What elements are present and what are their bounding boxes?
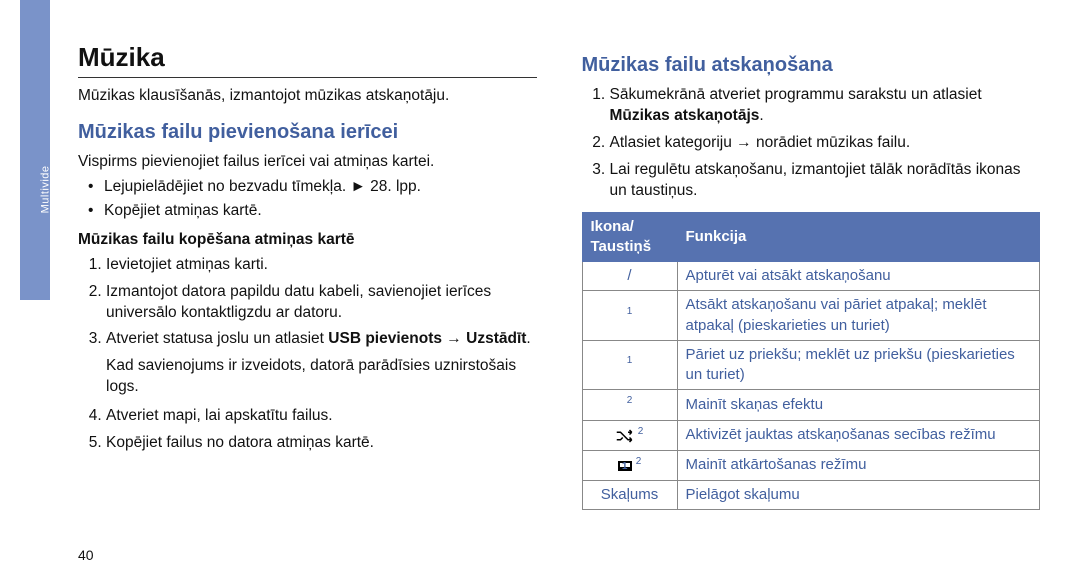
list-item: Ievietojiet atmiņas karti. bbox=[106, 255, 537, 276]
table-row: 1 Atsākt atskaņošanu vai pāriet atpakaļ;… bbox=[582, 291, 1040, 341]
key-cell: 1 bbox=[582, 291, 677, 341]
intro-text: Mūzikas klausīšanās, izmantojot mūzikas … bbox=[78, 86, 537, 107]
list-item: Lai regulētu atskaņošanu, izmantojiet tā… bbox=[610, 160, 1041, 202]
step-text: Sākumekrānā atveriet programmu sarakstu … bbox=[610, 86, 982, 103]
list-item: Atveriet mapi, lai apskatītu failus. bbox=[106, 406, 537, 427]
function-cell: Apturēt vai atsākt atskaņošanu bbox=[677, 262, 1040, 291]
strong-text: Mūzikas atskaņotājs bbox=[610, 107, 760, 124]
table-row: 1 Pāriet uz priekšu; meklēt uz priekšu (… bbox=[582, 340, 1040, 390]
table-row: 1 2 Mainīt atkārtošanas režīmu bbox=[582, 450, 1040, 480]
side-tab bbox=[20, 0, 50, 300]
list-item: Izmantojot datora papildu datu kabeli, s… bbox=[106, 282, 537, 324]
step-note: Kad savienojums ir izveidots, datorā par… bbox=[78, 356, 537, 398]
table-header-function: Funkcija bbox=[677, 212, 1040, 262]
numbered-steps: Atveriet mapi, lai apskatītu failus. Kop… bbox=[78, 406, 537, 454]
table-row: Skaļums Pielāgot skaļumu bbox=[582, 481, 1040, 510]
numbered-steps: Sākumekrānā atveriet programmu sarakstu … bbox=[582, 85, 1041, 202]
section-lead: Vispirms pievienojiet failus ierīcei vai… bbox=[78, 152, 537, 173]
page-content: Mūzika Mūzikas klausīšanās, izmantojot m… bbox=[0, 0, 1080, 530]
table-header-row: Ikona/ Taustiņš Funkcija bbox=[582, 212, 1040, 262]
sub-heading-copy: Mūzikas failu kopēšana atmiņas kartē bbox=[78, 230, 537, 251]
function-cell: Atsākt atskaņošanu vai pāriet atpakaļ; m… bbox=[677, 291, 1040, 341]
step-text: . bbox=[526, 330, 530, 347]
step-text: → bbox=[442, 330, 466, 347]
main-heading: Mūzika bbox=[78, 40, 537, 78]
key-cell: 1 bbox=[582, 340, 677, 390]
table-row: 2 Aktivizēt jauktas atskaņošanas secības… bbox=[582, 420, 1040, 450]
repeat-icon: 1 bbox=[618, 461, 632, 471]
key-cell: 2 bbox=[582, 420, 677, 450]
section-heading-playback: Mūzikas failu atskaņošana bbox=[582, 52, 1041, 79]
function-table: Ikona/ Taustiņš Funkcija / Apturēt vai a… bbox=[582, 212, 1041, 511]
key-cell: / bbox=[582, 262, 677, 291]
function-cell: Mainīt atkārtošanas režīmu bbox=[677, 450, 1040, 480]
function-cell: Aktivizēt jauktas atskaņošanas secības r… bbox=[677, 420, 1040, 450]
header-text: Taustiņš bbox=[591, 238, 652, 255]
strong-text: Uzstādīt bbox=[466, 330, 526, 347]
table-header-key: Ikona/ Taustiņš bbox=[582, 212, 677, 262]
left-column: Mūzika Mūzikas klausīšanās, izmantojot m… bbox=[78, 40, 537, 510]
key-cell: 1 2 bbox=[582, 450, 677, 480]
table-row: / Apturēt vai atsākt atskaņošanu bbox=[582, 262, 1040, 291]
list-item: Atveriet statusa joslu un atlasiet USB p… bbox=[106, 329, 537, 350]
list-item: Atlasiet kategoriju → norādiet mūzikas f… bbox=[610, 133, 1041, 154]
page-number: 40 bbox=[78, 546, 94, 565]
step-text: . bbox=[759, 107, 763, 124]
strong-text: USB pievienots bbox=[328, 330, 442, 347]
list-item: Kopējiet atmiņas kartē. bbox=[88, 201, 537, 222]
bullet-list: Lejupielādējiet no bezvadu tīmekļa. ► 28… bbox=[78, 177, 537, 222]
key-cell: Skaļums bbox=[582, 481, 677, 510]
table-row: 2 Mainīt skaņas efektu bbox=[582, 390, 1040, 420]
header-text: Ikona/ bbox=[591, 218, 634, 235]
list-item: Lejupielādējiet no bezvadu tīmekļa. ► 28… bbox=[88, 177, 537, 198]
list-item: Kopējiet failus no datora atmiņas kartē. bbox=[106, 433, 537, 454]
shuffle-icon bbox=[616, 427, 638, 444]
section-heading-add-files: Mūzikas failu pievienošana ierīcei bbox=[78, 119, 537, 146]
function-cell: Pielāgot skaļumu bbox=[677, 481, 1040, 510]
step-text: Atveriet statusa joslu un atlasiet bbox=[106, 330, 328, 347]
key-cell: 2 bbox=[582, 390, 677, 420]
function-cell: Pāriet uz priekšu; meklēt uz priekšu (pi… bbox=[677, 340, 1040, 390]
numbered-steps: Ievietojiet atmiņas karti. Izmantojot da… bbox=[78, 255, 537, 351]
right-column: Mūzikas failu atskaņošana Sākumekrānā at… bbox=[582, 40, 1041, 510]
function-cell: Mainīt skaņas efektu bbox=[677, 390, 1040, 420]
list-item: Sākumekrānā atveriet programmu sarakstu … bbox=[610, 85, 1041, 127]
side-tab-label: Multivide bbox=[39, 165, 54, 213]
